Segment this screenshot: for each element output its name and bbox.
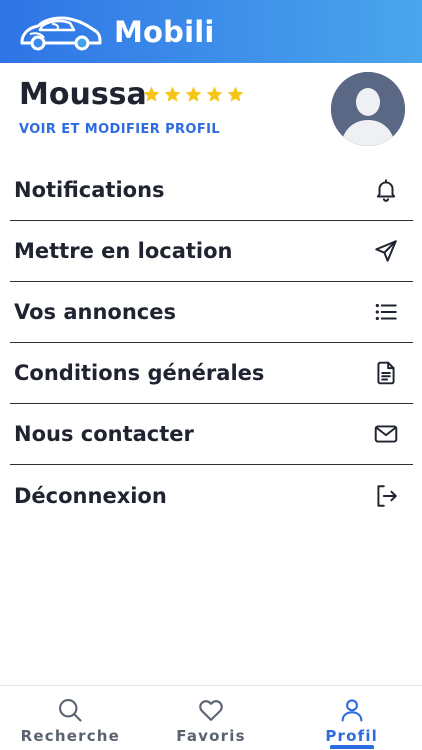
menu-item-listings[interactable]: Vos annonces [10, 282, 413, 343]
star-icon [185, 86, 202, 102]
search-icon [59, 699, 82, 722]
star-icon [143, 86, 160, 102]
car-logo-icon [20, 16, 102, 50]
document-icon [372, 359, 400, 387]
user-avatar-icon [331, 72, 405, 146]
tab-label: Favoris [176, 727, 246, 745]
app-header: Mobili [0, 0, 422, 63]
menu-item-label: Vos annonces [14, 300, 176, 324]
menu-item-label: Déconnexion [14, 483, 167, 508]
star-icon [206, 86, 223, 102]
edit-profile-link[interactable]: VOIR ET MODIFIER PROFIL [19, 122, 220, 137]
profile-summary: Moussa VOIR ET MODIFIER PROFIL [0, 63, 422, 160]
bottom-navigation: Recherche Favoris Profil [0, 685, 422, 750]
avatar[interactable] [331, 72, 405, 146]
menu-item-label: Conditions générales [14, 361, 265, 385]
rating-stars [142, 85, 245, 104]
user-icon [341, 699, 363, 722]
mail-icon [372, 420, 400, 448]
app-title: Mobili [114, 14, 215, 49]
tab-search[interactable]: Recherche [0, 686, 141, 750]
profile-menu: Notifications Mettre en location Vos ann… [10, 160, 413, 526]
profile-name: Moussa [19, 77, 147, 112]
menu-item-logout[interactable]: Déconnexion [10, 465, 413, 526]
tab-favorites[interactable]: Favoris [141, 686, 282, 750]
menu-item-label: Mettre en location [14, 239, 233, 263]
star-icon [227, 86, 244, 102]
profile-screen: Mobili Moussa VOIR ET MODIFIER PROFIL No… [0, 0, 422, 750]
menu-item-terms[interactable]: Conditions générales [10, 343, 413, 404]
logout-icon [372, 482, 400, 510]
tab-label: Profil [325, 727, 379, 745]
menu-item-rent-out[interactable]: Mettre en location [10, 221, 413, 282]
menu-item-notifications[interactable]: Notifications [10, 160, 413, 221]
star-icon [164, 86, 181, 102]
heart-icon [199, 700, 223, 721]
send-icon [372, 237, 400, 265]
menu-item-label: Notifications [14, 178, 165, 202]
menu-item-contact[interactable]: Nous contacter [10, 404, 413, 465]
menu-item-label: Nous contacter [14, 422, 194, 446]
bell-icon [372, 176, 400, 204]
tab-label: Recherche [20, 727, 121, 745]
tab-profile[interactable]: Profil [281, 686, 422, 750]
list-icon [372, 298, 400, 326]
active-tab-indicator [329, 745, 374, 749]
